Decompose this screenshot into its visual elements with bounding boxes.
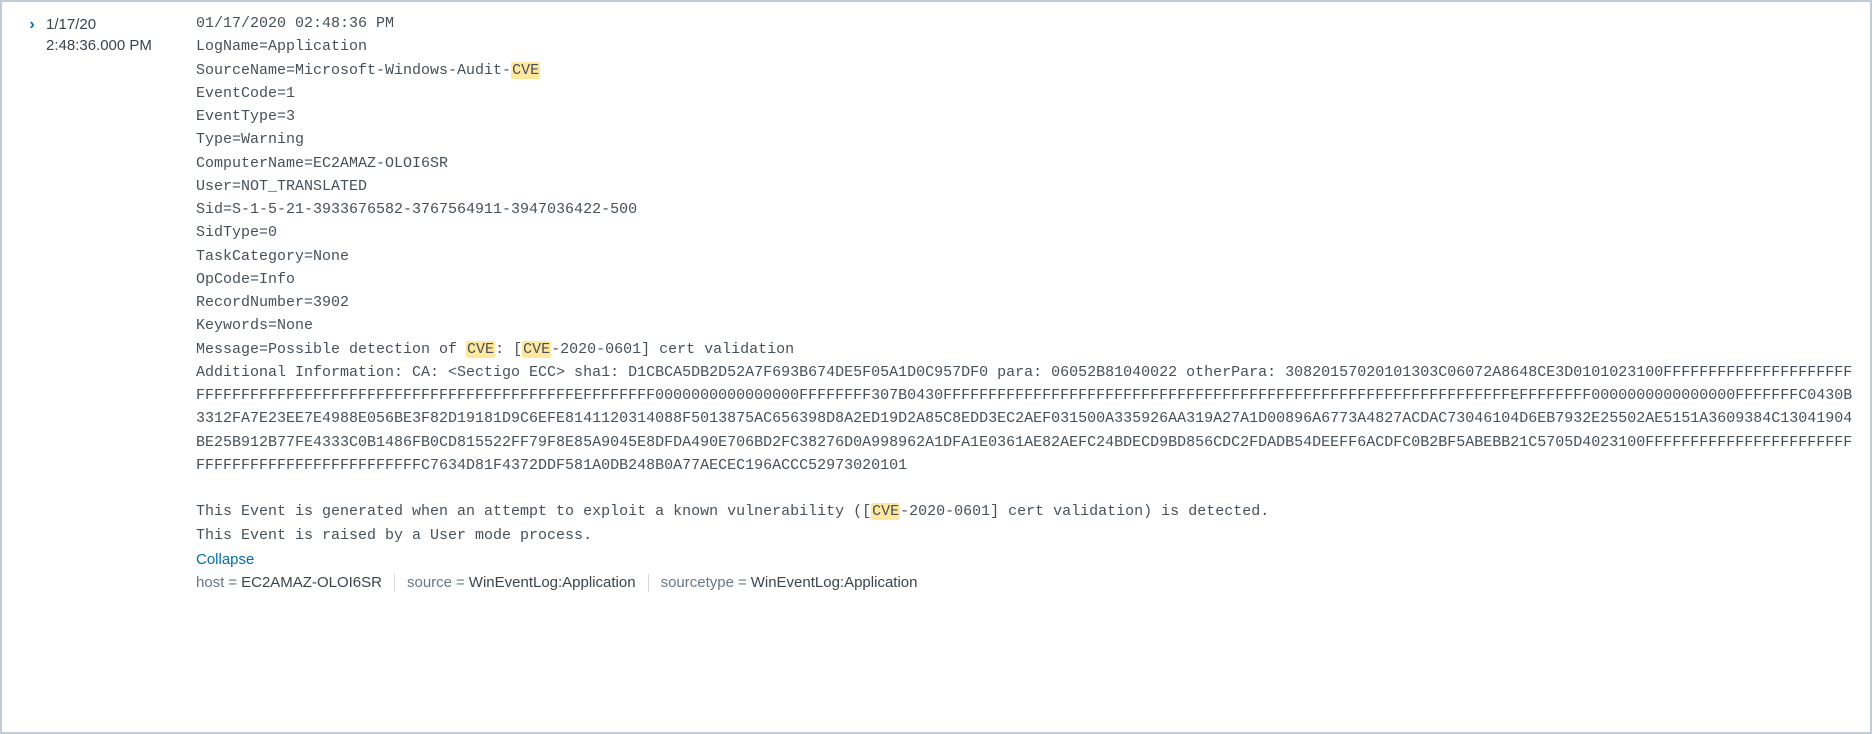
highlight-term: CVE xyxy=(871,503,900,520)
chevron-right-icon[interactable]: › xyxy=(29,17,34,33)
meta-separator xyxy=(648,574,649,592)
meta-source[interactable]: source=WinEventLog:Application xyxy=(407,574,636,591)
meta-separator xyxy=(394,574,395,592)
collapse-link[interactable]: Collapse xyxy=(196,551,254,568)
event-meta-row: host=EC2AMAZ-OLOI6SRsource=WinEventLog:A… xyxy=(196,574,1854,592)
meta-key: host xyxy=(196,574,224,591)
meta-host[interactable]: host=EC2AMAZ-OLOI6SR xyxy=(196,574,382,591)
event-content-column: 01/17/2020 02:48:36 PM LogName=Applicati… xyxy=(196,12,1854,592)
event-date: 1/17/20 xyxy=(46,14,196,35)
meta-value: WinEventLog:Application xyxy=(751,574,918,591)
meta-key: source xyxy=(407,574,452,591)
highlight-term: CVE xyxy=(522,341,551,358)
event-raw-text: 01/17/2020 02:48:36 PM LogName=Applicati… xyxy=(196,12,1854,547)
meta-sourcetype[interactable]: sourcetype=WinEventLog:Application xyxy=(661,574,918,591)
event-time-column: 1/17/20 2:48:36.000 PM xyxy=(46,12,196,56)
highlight-term: CVE xyxy=(466,341,495,358)
event-time: 2:48:36.000 PM xyxy=(46,35,196,56)
event-viewer-panel: › 1/17/20 2:48:36.000 PM 01/17/2020 02:4… xyxy=(0,0,1872,734)
equals-sign: = xyxy=(456,574,465,591)
expand-column: › xyxy=(18,12,46,33)
equals-sign: = xyxy=(738,574,747,591)
event-row: › 1/17/20 2:48:36.000 PM 01/17/2020 02:4… xyxy=(18,12,1854,592)
highlight-term: CVE xyxy=(511,62,540,79)
meta-value: WinEventLog:Application xyxy=(469,574,636,591)
meta-value: EC2AMAZ-OLOI6SR xyxy=(241,574,382,591)
meta-key: sourcetype xyxy=(661,574,734,591)
equals-sign: = xyxy=(228,574,237,591)
